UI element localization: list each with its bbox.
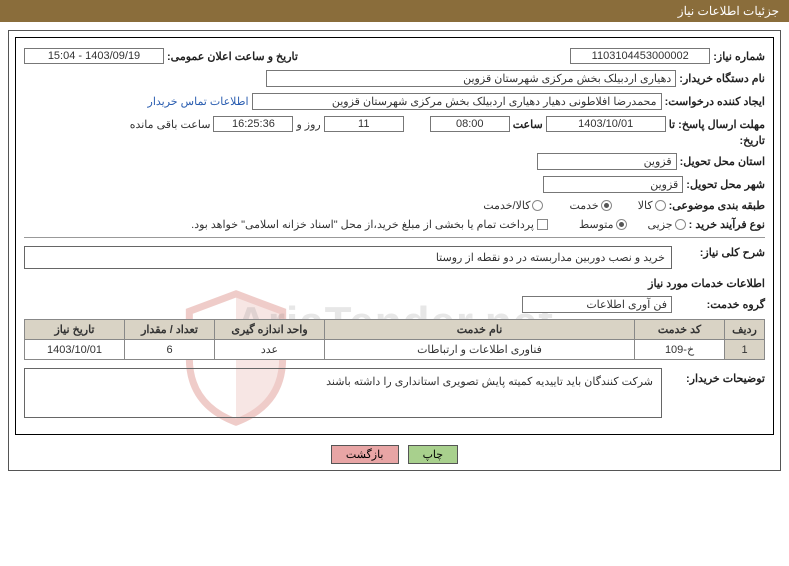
radio-icon — [532, 200, 543, 211]
th-date: تاریخ نیاز — [25, 320, 125, 340]
announce-value: 1403/09/19 - 15:04 — [24, 48, 164, 64]
deadline-label-1: مهلت ارسال پاسخ: تا — [669, 118, 765, 131]
requester-value: محمدرضا افلاطونی دهیار دهیاری اردبیلک بخ… — [252, 93, 662, 110]
buyer-notes-box: شرکت کنندگان باید تاییدیه کمیته پایش تصو… — [24, 368, 662, 418]
payment-checkbox[interactable] — [537, 219, 548, 230]
radio-icon — [675, 219, 686, 230]
radio-icon — [616, 219, 627, 230]
back-button[interactable]: بازگشت — [331, 445, 399, 464]
delivery-province-label: استان محل تحویل: — [680, 155, 765, 168]
radio-partial[interactable]: جزیی — [648, 218, 686, 231]
requester-label: ایجاد کننده درخواست: — [665, 95, 765, 108]
row-buyer-notes: توضیحات خریدار: شرکت کنندگان باید تاییدی… — [24, 368, 765, 418]
deadline-label-2: تاریخ: — [739, 134, 765, 147]
row-services-heading: اطلاعات خدمات مورد نیاز — [24, 277, 765, 290]
row-category: طبقه بندی موضوعی: کالا خدمت کالا/خدمت — [24, 199, 765, 212]
radio-both[interactable]: کالا/خدمت — [483, 199, 543, 212]
td-unit: عدد — [215, 340, 325, 360]
buyer-org-label: نام دستگاه خریدار: — [679, 72, 765, 85]
radio-goods[interactable]: کالا — [638, 199, 666, 212]
row-general-desc: شرح کلی نیاز: خرید و نصب دوربین مداربسته… — [24, 246, 765, 269]
time-remaining: 16:25:36 — [213, 116, 293, 132]
services-table: ردیف کد خدمت نام خدمت واحد اندازه گیری ت… — [24, 319, 765, 360]
delivery-city-value: قزوین — [543, 176, 683, 193]
radio-service[interactable]: خدمت — [569, 199, 611, 212]
td-qty: 6 — [125, 340, 215, 360]
general-desc-text: خرید و نصب دوربین مداربسته در دو نقطه از… — [436, 252, 665, 264]
td-date: 1403/10/01 — [25, 340, 125, 360]
row-requester: ایجاد کننده درخواست: محمدرضا افلاطونی ده… — [24, 93, 765, 110]
time-remaining-label: ساعت باقی مانده — [130, 118, 211, 131]
service-group-value: فن آوری اطلاعات — [522, 296, 672, 313]
radio-icon — [655, 200, 666, 211]
days-remaining-label: روز و — [296, 118, 320, 131]
table-row: 1 خ-109 فناوری اطلاعات و ارتباطات عدد 6 … — [25, 340, 765, 360]
need-no-value: 1103104453000002 — [570, 48, 710, 64]
buyer-notes-text: شرکت کنندگان باید تاییدیه کمیته پایش تصو… — [326, 376, 653, 388]
print-button[interactable]: چاپ — [408, 445, 459, 464]
buyer-org-value: دهیاری اردبیلک بخش مرکزی شهرستان قزوین — [266, 70, 676, 87]
buyer-notes-label: توضیحات خریدار: — [665, 368, 765, 385]
days-remaining: 11 — [324, 116, 404, 132]
page-header: جزئیات اطلاعات نیاز — [0, 0, 789, 22]
radio-icon — [601, 200, 612, 211]
delivery-province-value: قزوین — [537, 153, 677, 170]
th-qty: تعداد / مقدار — [125, 320, 215, 340]
process-label: نوع فرآیند خرید : — [689, 218, 765, 231]
service-group-label: گروه خدمت: — [675, 298, 765, 311]
deadline-time: 08:00 — [430, 116, 510, 132]
row-deadline-sub: تاریخ: — [24, 134, 765, 147]
row-delivery-city: شهر محل تحویل: قزوین — [24, 176, 765, 193]
td-name: فناوری اطلاعات و ارتباطات — [325, 340, 635, 360]
need-no-label: شماره نیاز: — [713, 50, 765, 63]
th-name: نام خدمت — [325, 320, 635, 340]
general-desc-box: خرید و نصب دوربین مداربسته در دو نقطه از… — [24, 246, 672, 269]
th-unit: واحد اندازه گیری — [215, 320, 325, 340]
row-service-group: گروه خدمت: فن آوری اطلاعات — [24, 296, 765, 313]
deadline-date: 1403/10/01 — [546, 116, 666, 132]
services-info-label: اطلاعات خدمات مورد نیاز — [648, 277, 765, 290]
td-code: خ-109 — [635, 340, 725, 360]
general-desc-label: شرح کلی نیاز: — [675, 246, 765, 259]
radio-medium[interactable]: متوسط — [579, 218, 627, 231]
th-code: کد خدمت — [635, 320, 725, 340]
row-need-number: شماره نیاز: 1103104453000002 تاریخ و ساع… — [24, 48, 765, 64]
payment-note: پرداخت تمام یا بخشی از مبلغ خرید،از محل … — [191, 218, 534, 231]
delivery-city-label: شهر محل تحویل: — [686, 178, 765, 191]
deadline-time-label: ساعت — [513, 118, 543, 131]
divider — [24, 237, 765, 238]
th-row: ردیف — [725, 320, 765, 340]
button-row: چاپ بازگشت — [15, 445, 774, 464]
buyer-contact-link[interactable]: اطلاعات تماس خریدار — [148, 95, 249, 108]
table-header-row: ردیف کد خدمت نام خدمت واحد اندازه گیری ت… — [25, 320, 765, 340]
row-delivery-province: استان محل تحویل: قزوین — [24, 153, 765, 170]
category-label: طبقه بندی موضوعی: — [669, 199, 765, 212]
announce-label: تاریخ و ساعت اعلان عمومی: — [167, 50, 298, 63]
row-buyer-org: نام دستگاه خریدار: دهیاری اردبیلک بخش مر… — [24, 70, 765, 87]
td-row: 1 — [725, 340, 765, 360]
row-deadline: مهلت ارسال پاسخ: تا 1403/10/01 ساعت 08:0… — [24, 116, 765, 132]
header-title: جزئیات اطلاعات نیاز — [678, 4, 779, 18]
row-process-type: نوع فرآیند خرید : جزیی متوسط پرداخت تمام… — [24, 218, 765, 231]
